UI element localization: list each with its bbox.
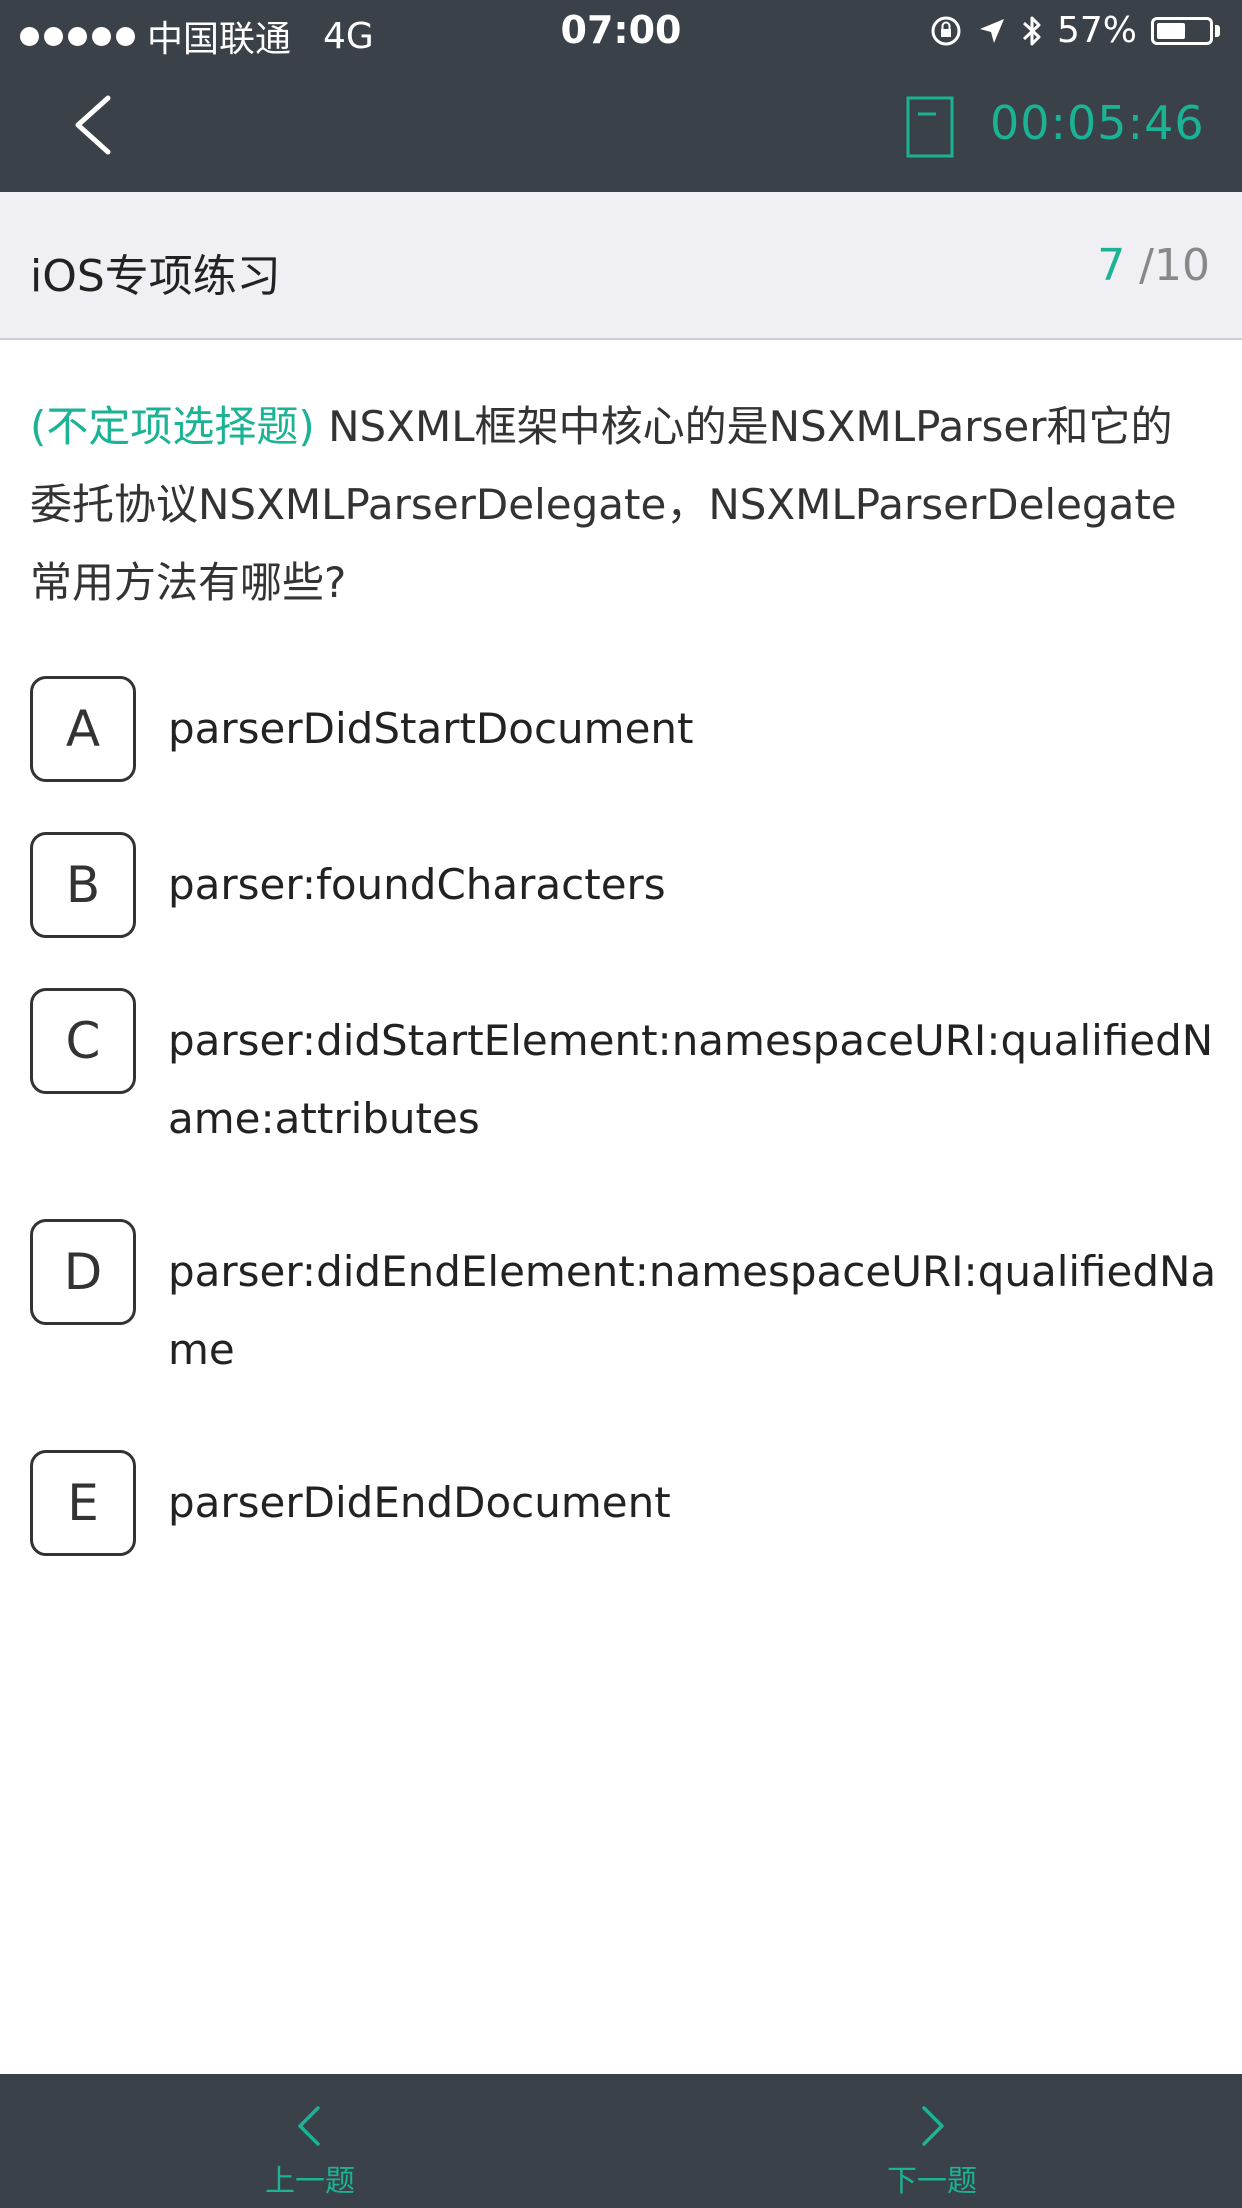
battery-percent: 57% [1056, 10, 1137, 51]
nav-bar: 00:05:46 [0, 62, 1242, 192]
chevron-right-icon [922, 2106, 944, 2146]
subject-header: iOS专项练习 7 /10 [0, 192, 1242, 340]
progress-total: /10 [1125, 240, 1210, 291]
prev-question-button[interactable]: 上一题 [190, 2074, 430, 2208]
battery-cap [1215, 24, 1220, 37]
option-letter: D [30, 1219, 136, 1325]
option-letter: C [30, 988, 136, 1094]
status-right: 57% [929, 10, 1220, 51]
answer-sheet-icon[interactable] [906, 96, 954, 158]
bottom-bar: 上一题 下一题 [0, 2074, 1242, 2208]
next-question-button[interactable]: 下一题 [812, 2074, 1052, 2208]
progress-current: 7 [1097, 240, 1126, 291]
back-button[interactable] [60, 90, 130, 160]
question-progress: 7 /10 [1097, 240, 1210, 291]
orientation-lock-icon [931, 16, 961, 45]
bluetooth-icon [1022, 16, 1041, 45]
chevron-left-icon [75, 95, 111, 155]
option-letter: E [30, 1450, 136, 1556]
prev-question-label: 上一题 [265, 2164, 355, 2199]
question-type: (不定项选择题) [30, 402, 315, 451]
option-text: parser:didStartElement:namespaceURI:qual… [168, 1016, 1214, 1143]
status-bar: 中国联通 4G 07:00 57% [0, 0, 1242, 62]
next-question-label: 下一题 [887, 2164, 977, 2199]
option-letter: B [30, 832, 136, 938]
chevron-left-icon [298, 2106, 320, 2146]
exam-page: 中国联通 4G 07:00 57% 00:05:46 iOS专项练习 7 /10… [0, 0, 1242, 2208]
option-text: parserDidStartDocument [168, 704, 694, 753]
option-letter: A [30, 676, 136, 782]
timer: 00:05:46 [990, 96, 1205, 150]
battery-level [1157, 22, 1185, 39]
location-icon [979, 18, 1004, 43]
question-text: (不定项选择题) NSXML框架中核心的是NSXMLParser和它的委托协议N… [30, 388, 1214, 622]
subject-title: iOS专项练习 [30, 251, 281, 302]
option-text: parser:foundCharacters [168, 860, 666, 909]
battery-icon [1151, 16, 1213, 45]
option-text: parserDidEndDocument [168, 1478, 671, 1527]
option-text: parser:didEndElement:namespaceURI:qualif… [168, 1247, 1217, 1374]
